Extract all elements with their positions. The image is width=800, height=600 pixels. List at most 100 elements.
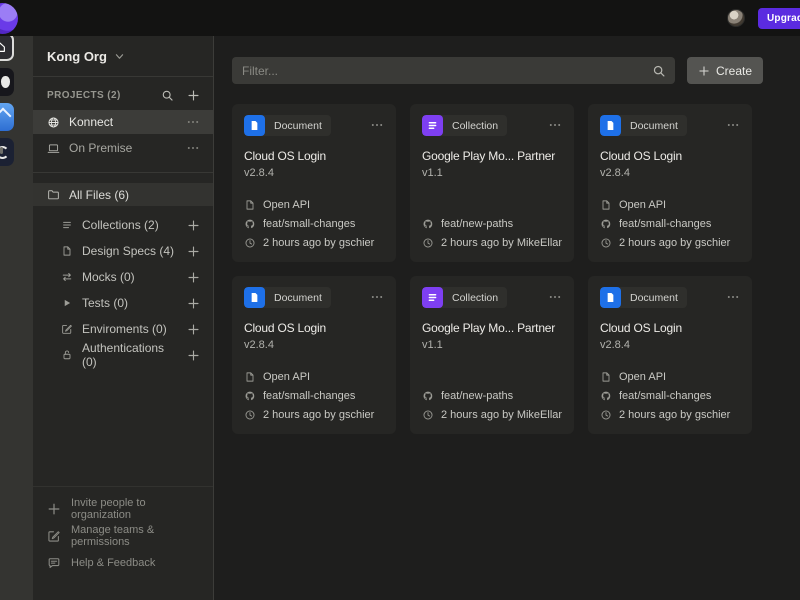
sidebar-file-item-design-specs-4-[interactable]: Design Specs (4) <box>33 238 213 264</box>
card-meta-row: feat/small-changes <box>244 386 384 405</box>
clock-icon <box>244 409 256 421</box>
clock-icon <box>422 237 434 249</box>
add-item-icon[interactable] <box>187 349 200 362</box>
listlines-icon <box>61 219 73 231</box>
avatar[interactable] <box>727 9 745 27</box>
card-meta-text: Open API <box>263 199 310 211</box>
file-card[interactable]: Document Cloud OS Login v2.8.4 Open APIf… <box>232 276 396 434</box>
card-meta-row: feat/new-paths <box>422 214 562 233</box>
github-icon <box>600 218 612 230</box>
project-list: Konnect On Premise <box>33 108 213 160</box>
card-meta-row: feat/small-changes <box>600 214 740 233</box>
item-menu-icon[interactable] <box>186 115 200 129</box>
filedoc-icon <box>61 245 73 257</box>
type-label: Document <box>265 292 331 304</box>
dock-app-icon-home[interactable] <box>0 33 14 61</box>
card-meta-text: 2 hours ago by gschier <box>263 237 374 249</box>
item-menu-icon[interactable] <box>186 141 200 155</box>
document-icon <box>600 287 621 308</box>
projects-title: PROJECTS (2) <box>47 90 148 101</box>
swap-arrows-icon <box>61 271 73 283</box>
sidebar-file-item-enviroments-0-[interactable]: Enviroments (0) <box>33 316 213 342</box>
card-meta-text: 2 hours ago by gschier <box>263 409 374 421</box>
sidebar-footer-item[interactable]: Manage teams & permissions <box>33 522 213 549</box>
add-item-icon[interactable] <box>187 219 200 232</box>
lock-icon <box>61 349 73 361</box>
search-icon[interactable] <box>161 89 174 102</box>
card-title: Cloud OS Login <box>244 321 384 335</box>
file-card[interactable]: Collection Google Play Mo... Partner v1.… <box>410 276 574 434</box>
sidebar-file-item-collections-2-[interactable]: Collections (2) <box>33 212 213 238</box>
card-menu-icon[interactable] <box>548 290 562 304</box>
sidebar-file-item-tests-0-[interactable]: Tests (0) <box>33 290 213 316</box>
top-bar: Upgrade <box>0 0 800 36</box>
github-icon <box>244 218 256 230</box>
clock-icon <box>600 409 612 421</box>
github-icon <box>422 390 434 402</box>
type-label: Document <box>265 120 331 132</box>
card-version: v2.8.4 <box>600 167 740 179</box>
org-name: Kong Org <box>47 49 107 64</box>
globe-icon <box>47 116 60 129</box>
add-project-icon[interactable] <box>187 89 200 102</box>
plus-icon <box>47 502 61 516</box>
laptop-icon <box>47 142 60 155</box>
card-menu-icon[interactable] <box>726 290 740 304</box>
sidebar-item-all-files[interactable]: All Files (6) <box>33 183 213 206</box>
card-meta-text: Open API <box>619 371 666 383</box>
type-badge: Collection <box>422 287 507 308</box>
card-meta-text: Open API <box>619 199 666 211</box>
sidebar-project-item-on-premise[interactable]: On Premise <box>33 136 213 160</box>
document-icon <box>244 115 265 136</box>
type-label: Collection <box>443 292 507 304</box>
type-badge: Document <box>600 287 687 308</box>
org-switcher[interactable]: Kong Org <box>33 36 213 77</box>
sidebar-file-item-authentications-0-[interactable]: Authentications (0) <box>33 342 213 368</box>
sidebar-project-item-konnect[interactable]: Konnect <box>33 110 213 134</box>
create-label: Create <box>716 64 752 78</box>
add-item-icon[interactable] <box>187 323 200 336</box>
play-icon <box>61 297 73 309</box>
file-card[interactable]: Collection Google Play Mo... Partner v1.… <box>410 104 574 262</box>
sidebar-footer-item[interactable]: Help & Feedback <box>33 549 213 576</box>
card-title: Cloud OS Login <box>244 149 384 163</box>
card-menu-icon[interactable] <box>726 118 740 132</box>
dock-indicator <box>0 147 3 154</box>
sidebar-footer: Invite people to organization Manage tea… <box>33 486 213 600</box>
dock-app-icon[interactable] <box>0 68 14 96</box>
filter-input[interactable] <box>236 64 652 78</box>
card-meta-row: feat/small-changes <box>600 386 740 405</box>
insomnia-logo-icon <box>0 3 18 34</box>
card-menu-icon[interactable] <box>370 290 384 304</box>
file-card[interactable]: Document Cloud OS Login v2.8.4 Open APIf… <box>588 276 752 434</box>
card-meta-text: feat/small-changes <box>263 218 355 230</box>
folder-icon <box>47 188 60 201</box>
github-icon <box>244 390 256 402</box>
card-meta-text: feat/small-changes <box>619 390 711 402</box>
clock-icon <box>244 237 256 249</box>
chevron-down-icon <box>114 51 125 62</box>
file-card[interactable]: Document Cloud OS Login v2.8.4 Open API f… <box>588 104 752 262</box>
search-icon <box>652 64 666 78</box>
type-badge: Document <box>600 115 687 136</box>
card-menu-icon[interactable] <box>370 118 384 132</box>
card-title: Cloud OS Login <box>600 149 740 163</box>
sidebar-footer-item[interactable]: Invite people to organization <box>33 495 213 522</box>
dock-app-icon[interactable] <box>0 103 14 131</box>
sidebar-file-item-mocks-0-[interactable]: Mocks (0) <box>33 264 213 290</box>
add-item-icon[interactable] <box>187 297 200 310</box>
upgrade-button[interactable]: Upgrade <box>758 8 800 29</box>
file-card[interactable]: Document Cloud OS Login v2.8.4 Open APIf… <box>232 104 396 262</box>
card-meta-row: Open API <box>600 367 740 386</box>
add-item-icon[interactable] <box>187 271 200 284</box>
edit-box-icon <box>61 323 73 335</box>
filedoc-icon <box>244 199 256 211</box>
create-button[interactable]: Create <box>687 57 763 84</box>
card-menu-icon[interactable] <box>548 118 562 132</box>
card-meta-row: Open API <box>600 195 740 214</box>
add-item-icon[interactable] <box>187 245 200 258</box>
card-meta-row: feat/new-paths <box>422 386 562 405</box>
card-meta-text: 2 hours ago by gschier <box>619 237 730 249</box>
card-meta-row: feat/small-changes <box>244 214 384 233</box>
toolbar: Create <box>214 36 800 84</box>
